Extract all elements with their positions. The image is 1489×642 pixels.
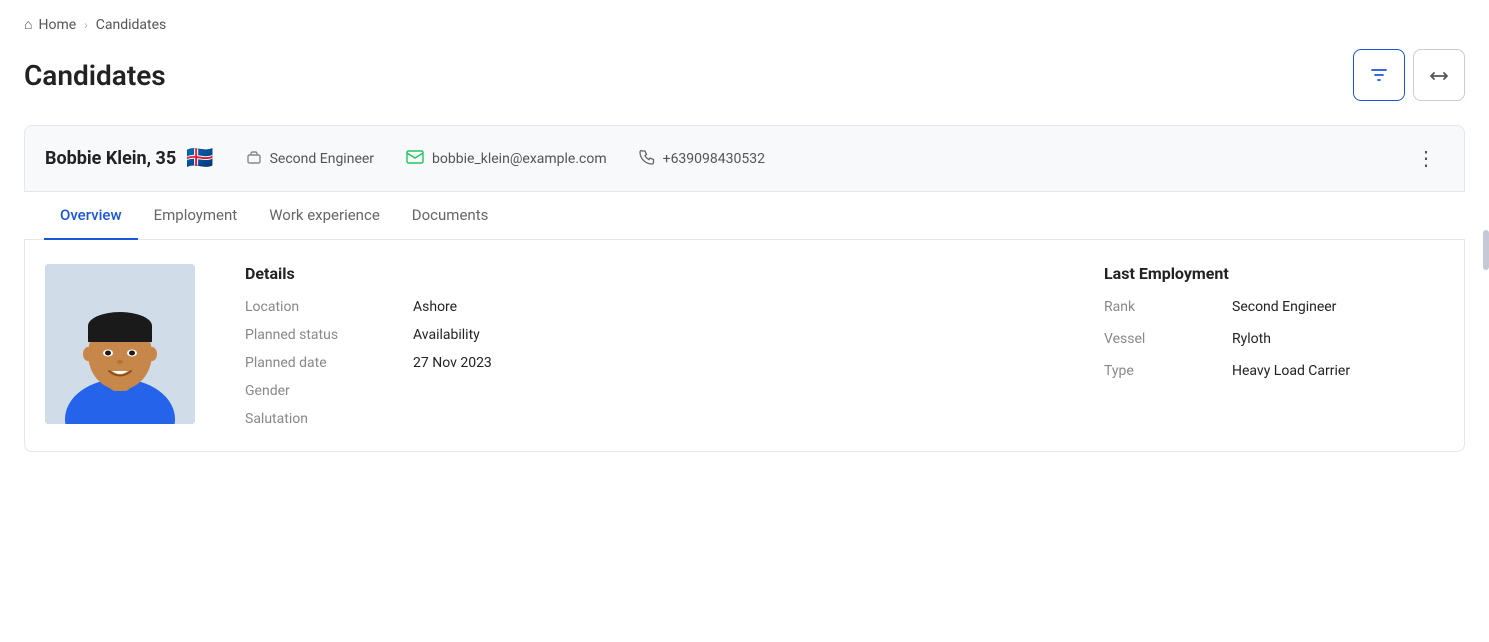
- tab-overview[interactable]: Overview: [44, 192, 138, 240]
- briefcase-icon: [246, 149, 262, 169]
- candidate-email: bobbie_klein@example.com: [406, 149, 607, 168]
- avatar: [45, 264, 195, 424]
- emp-value-rank: Second Engineer: [1232, 299, 1444, 315]
- details-section: Details Location Ashore Planned status A…: [245, 264, 1064, 427]
- detail-label-planned-date: Planned date: [245, 355, 405, 371]
- emp-label-type: Type: [1104, 363, 1224, 379]
- employment-section: Last Employment Rank Second Engineer Ves…: [1104, 264, 1444, 427]
- breadcrumb: ⌂ Home › Candidates: [24, 16, 1465, 33]
- details-title: Details: [245, 264, 1064, 283]
- tabs-bar: Overview Employment Work experience Docu…: [24, 192, 1465, 240]
- breadcrumb-home[interactable]: ⌂ Home: [24, 16, 76, 33]
- candidate-header: Bobbie Klein, 35 🇮🇸 Second Engineer bobb…: [24, 125, 1465, 192]
- job-title-text: Second Engineer: [270, 151, 374, 167]
- filter-button[interactable]: [1353, 49, 1405, 101]
- filter-icon: [1369, 65, 1389, 85]
- email-text: bobbie_klein@example.com: [432, 151, 607, 167]
- detail-value-salutation: [413, 411, 1064, 427]
- more-options-button[interactable]: ⋮: [1408, 142, 1444, 175]
- detail-label-planned-status: Planned status: [245, 327, 405, 343]
- detail-label-gender: Gender: [245, 383, 405, 399]
- scrollbar[interactable]: [1483, 230, 1489, 270]
- emp-label-vessel: Vessel: [1104, 331, 1224, 347]
- phone-text: +639098430532: [663, 151, 765, 167]
- candidate-more: ⋮: [1408, 142, 1444, 175]
- emp-value-type: Heavy Load Carrier: [1232, 363, 1444, 379]
- detail-value-location: Ashore: [413, 299, 1064, 315]
- tab-documents[interactable]: Documents: [396, 192, 505, 240]
- breadcrumb-current: Candidates: [96, 17, 167, 33]
- candidate-job-title: Second Engineer: [246, 149, 374, 169]
- header-actions: [1353, 49, 1465, 101]
- detail-label-salutation: Salutation: [245, 411, 405, 427]
- tab-employment[interactable]: Employment: [138, 192, 254, 240]
- avatar-section: [45, 264, 205, 427]
- page-header: Candidates: [24, 49, 1465, 101]
- detail-value-gender: [413, 383, 1064, 399]
- breadcrumb-separator: ›: [84, 18, 88, 32]
- candidate-card: Bobbie Klein, 35 🇮🇸 Second Engineer bobb…: [24, 125, 1465, 452]
- candidate-name-text: Bobbie Klein, 35: [45, 148, 176, 169]
- phone-icon: [639, 149, 655, 169]
- tab-work-experience[interactable]: Work experience: [253, 192, 396, 240]
- transfer-icon: [1429, 65, 1449, 85]
- emp-value-vessel: Ryloth: [1232, 331, 1444, 347]
- details-grid: Location Ashore Planned status Availabil…: [245, 299, 1064, 427]
- candidate-flag: 🇮🇸: [186, 146, 213, 171]
- email-icon: [406, 149, 424, 168]
- content-inner: Details Location Ashore Planned status A…: [45, 264, 1444, 427]
- detail-label-location: Location: [245, 299, 405, 315]
- candidate-name-block: Bobbie Klein, 35 🇮🇸: [45, 146, 214, 171]
- emp-label-rank: Rank: [1104, 299, 1224, 315]
- employment-title: Last Employment: [1104, 264, 1444, 283]
- avatar-image: [45, 264, 195, 424]
- candidate-phone: +639098430532: [639, 149, 765, 169]
- breadcrumb-home-label: Home: [38, 17, 76, 33]
- transfer-button[interactable]: [1413, 49, 1465, 101]
- page-title: Candidates: [24, 59, 166, 92]
- detail-value-planned-status: Availability: [413, 327, 1064, 343]
- home-icon: ⌂: [24, 16, 32, 33]
- content-area: Details Location Ashore Planned status A…: [24, 240, 1465, 452]
- detail-value-planned-date: 27 Nov 2023: [413, 355, 1064, 371]
- employment-grid: Rank Second Engineer Vessel Ryloth Type …: [1104, 299, 1444, 379]
